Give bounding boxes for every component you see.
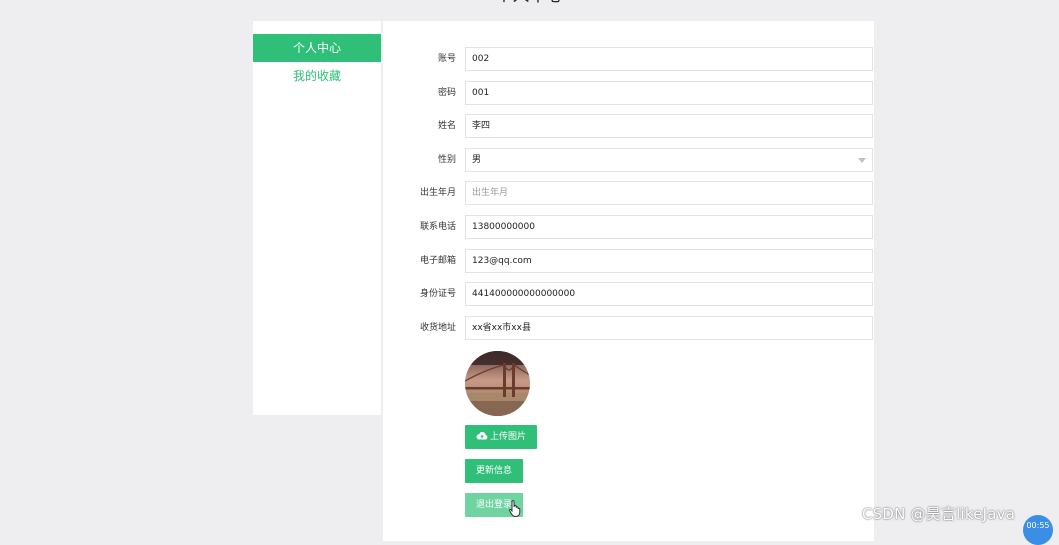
address-label: 收货地址 (419, 323, 456, 333)
account-row: 账号 (383, 47, 874, 71)
cloud-upload-icon (476, 432, 488, 440)
sidebar-item-favorites[interactable]: 我的收藏 (253, 62, 381, 90)
password-label: 密码 (437, 88, 456, 98)
update-info-button[interactable]: 更新信息 (465, 459, 524, 483)
sidebar: 个人中心 我的收藏 (253, 21, 381, 415)
birth-date-field[interactable] (465, 181, 873, 205)
idcard-row: 身份证号 (383, 282, 874, 306)
csdn-watermark: CSDN @昊言likeJava (862, 505, 1016, 523)
phone-label: 联系电话 (419, 222, 456, 232)
page-title: 个人中心 (0, 0, 1059, 8)
email-field[interactable] (465, 249, 873, 273)
phone-row: 联系电话 (383, 215, 874, 239)
hand-cursor-icon (509, 500, 521, 517)
name-row: 姓名 (383, 114, 874, 138)
avatar (465, 351, 530, 416)
account-label: 账号 (437, 54, 456, 64)
birth-label: 出生年月 (419, 188, 456, 198)
name-field[interactable] (465, 114, 873, 138)
profile-form: 账号 密码 姓名 性别 男 出生年月 联系电话 电子邮箱 身份证号 收货地址 (383, 21, 874, 541)
gender-row: 性别 男 (383, 148, 874, 172)
password-field[interactable] (465, 81, 873, 105)
email-row: 电子邮箱 (383, 249, 874, 273)
chevron-down-icon (858, 158, 866, 163)
upload-image-button[interactable]: 上传图片 (465, 425, 538, 449)
phone-field[interactable] (465, 215, 873, 239)
gender-value: 男 (472, 155, 482, 165)
name-label: 姓名 (437, 121, 456, 131)
password-row: 密码 (383, 81, 874, 105)
gender-label: 性别 (437, 155, 456, 165)
upload-button-label: 上传图片 (490, 432, 527, 442)
birth-row: 出生年月 (383, 181, 874, 205)
sidebar-item-personal-center[interactable]: 个人中心 (253, 34, 381, 62)
recording-timer-badge: 00:55 (1023, 515, 1053, 545)
account-field[interactable] (465, 47, 873, 71)
gender-select[interactable]: 男 (465, 148, 873, 172)
address-field[interactable] (465, 316, 873, 340)
idcard-label: 身份证号 (419, 289, 456, 299)
idcard-field[interactable] (465, 282, 873, 306)
address-row: 收货地址 (383, 316, 874, 340)
email-label: 电子邮箱 (419, 256, 456, 266)
